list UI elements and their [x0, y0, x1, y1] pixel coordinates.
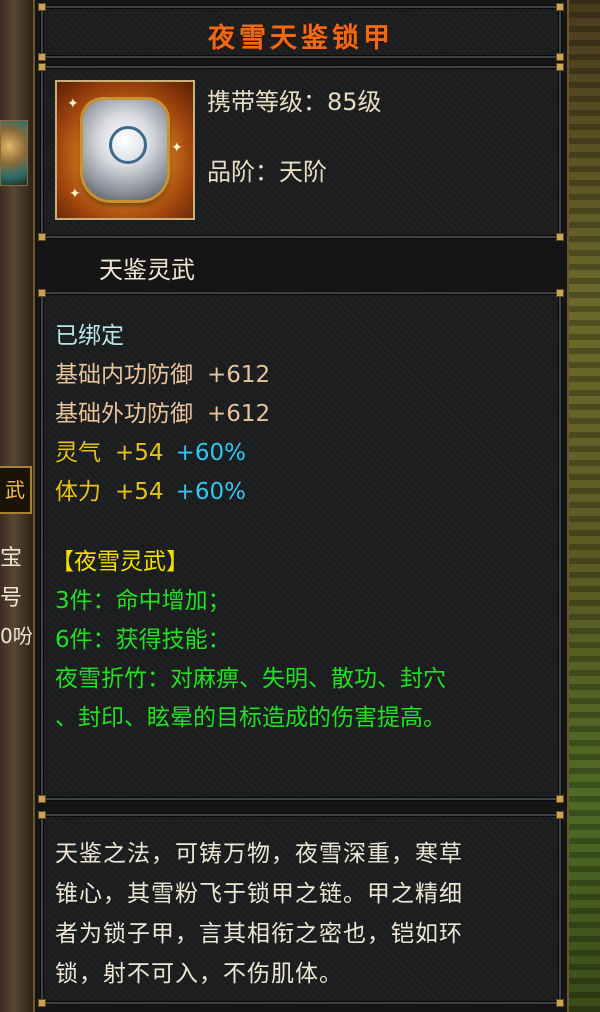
- stat-percent: +60%: [175, 479, 246, 505]
- background-item-icon: [0, 120, 28, 186]
- stat-value: +54: [115, 440, 164, 466]
- sparkle-icon: ✦: [171, 140, 183, 156]
- frame-corner: [38, 289, 46, 297]
- frame-corner: [556, 233, 564, 241]
- bonus-stat-row: 灵气 +54 +60%: [55, 433, 246, 467]
- set-effect: 夜雪折竹：对麻痹、失明、散功、封穴: [55, 666, 446, 692]
- frame-corner: [556, 63, 564, 71]
- stat-value: +612: [207, 362, 271, 388]
- stat-row: 基础内功防御 +612: [55, 355, 270, 389]
- stat-value: +54: [115, 479, 164, 505]
- stat-row: 基础外功防御 +612: [55, 394, 270, 428]
- sparkle-icon: ✦: [67, 96, 79, 112]
- stat-label: 基础外功防御: [55, 401, 193, 427]
- frame-corner: [556, 811, 564, 819]
- background-left-scene: 武 宝 号 0吩: [0, 0, 34, 1012]
- lore-line: 锥心，其雪粉飞于锁甲之链。甲之精细: [55, 881, 463, 907]
- item-category-row: 天鉴灵武: [41, 242, 561, 286]
- background-right-scene: [566, 0, 600, 1012]
- frame-corner: [556, 999, 564, 1007]
- item-grade: 品阶：天阶: [207, 158, 327, 186]
- item-tooltip: 夜雪天鉴锁甲 ✦ ✦ ✦ 携带等级：85级 品阶：天阶 天鉴灵武 已绑定 基础内…: [33, 0, 569, 1012]
- bound-status: 已绑定: [55, 323, 124, 349]
- frame-corner: [556, 3, 564, 11]
- item-stats-box: 已绑定 基础内功防御 +612 基础外功防御 +612 灵气 +54 +60% 体力 +5…: [38, 289, 564, 803]
- frame-corner: [556, 289, 564, 297]
- stat-percent: +60%: [175, 440, 246, 466]
- carry-level: 携带等级：85级: [207, 88, 382, 116]
- set-effect: 6件：获得技能：: [55, 627, 231, 653]
- background-text-fragment: 宝: [0, 546, 23, 571]
- item-name: 夜雪天鉴锁甲: [208, 23, 394, 54]
- set-name: 【夜雪灵武】: [51, 549, 189, 575]
- frame-corner: [556, 795, 564, 803]
- bonus-stat-row: 体力 +54 +60%: [55, 472, 246, 506]
- armor-chestplate-icon: ✦ ✦ ✦: [55, 80, 195, 220]
- stat-label: 体力: [55, 479, 101, 505]
- lore-line: 者为锁子甲，言其相衔之密也，铠如环: [55, 921, 463, 947]
- stat-label: 基础内功防御: [55, 362, 193, 388]
- item-lore: 天鉴之法，可铸万物，夜雪深重，寒草 锥心，其雪粉飞于锁甲之链。甲之精细 者为锁子…: [55, 834, 545, 994]
- lore-line: 锁，射不可入，不伤肌体。: [55, 961, 343, 987]
- frame-corner: [38, 999, 46, 1007]
- stat-label: 灵气: [55, 440, 101, 466]
- frame-corner: [38, 3, 46, 11]
- background-button-fragment[interactable]: 武: [0, 466, 32, 514]
- frame-corner: [38, 795, 46, 803]
- lore-line: 天鉴之法，可铸万物，夜雪深重，寒草: [55, 841, 463, 867]
- set-effect: 3件：命中增加；: [55, 588, 231, 614]
- background-text-fragment: 0吩: [0, 624, 33, 648]
- armor-graphic: [83, 100, 167, 200]
- item-category: 天鉴灵武: [99, 256, 195, 284]
- frame-corner: [38, 811, 46, 819]
- set-effect: 、封印、眩晕的目标造成的伤害提高。: [55, 705, 446, 731]
- background-text-fragment: 号: [0, 586, 23, 611]
- frame-corner: [38, 233, 46, 241]
- item-info-box: ✦ ✦ ✦ 携带等级：85级 品阶：天阶: [38, 63, 564, 241]
- title-bar: 夜雪天鉴锁甲: [38, 3, 564, 61]
- item-lore-box: 天鉴之法，可铸万物，夜雪深重，寒草 锥心，其雪粉飞于锁甲之链。甲之精细 者为锁子…: [38, 811, 564, 1007]
- sparkle-icon: ✦: [69, 186, 81, 202]
- stat-value: +612: [207, 401, 271, 427]
- frame-corner: [38, 63, 46, 71]
